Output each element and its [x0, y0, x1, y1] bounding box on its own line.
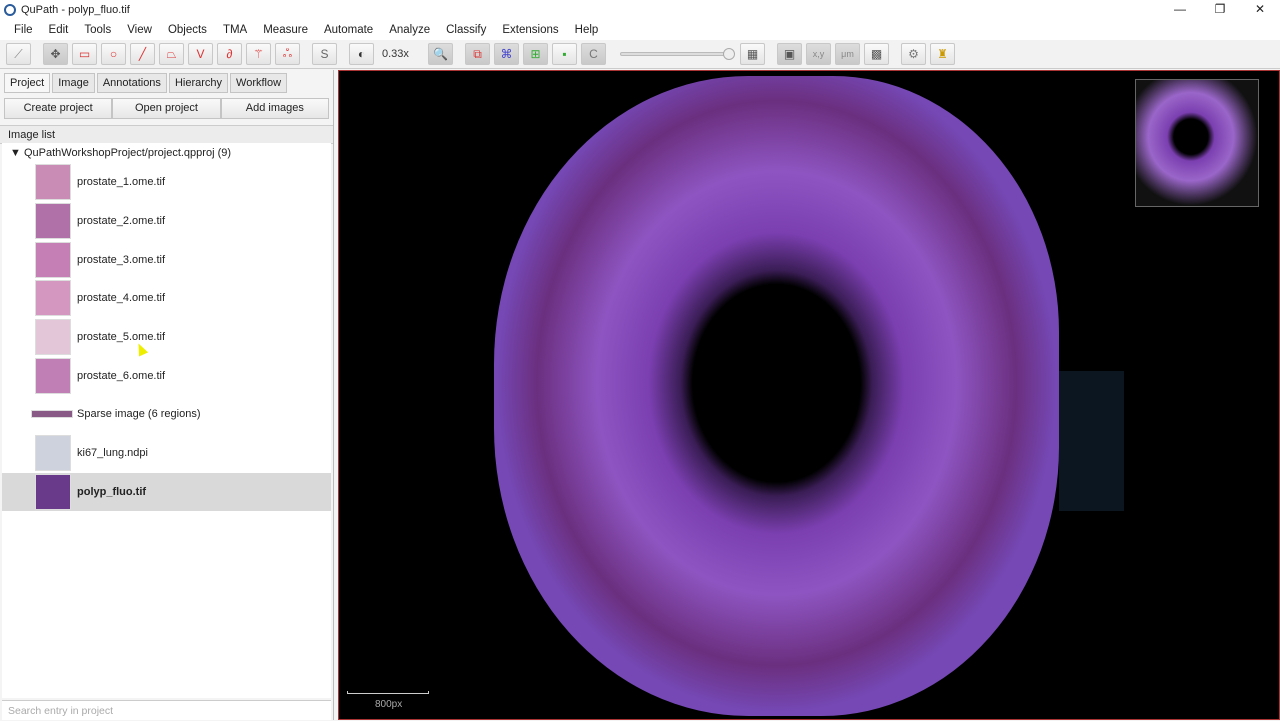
maximize-button[interactable]: ❐: [1200, 0, 1240, 19]
polygon-tool-button[interactable]: ⏢: [159, 43, 184, 65]
list-item[interactable]: prostate_1.ome.tif: [2, 163, 331, 202]
thumbnail-image: [35, 435, 71, 472]
menu-classify[interactable]: Classify: [438, 24, 494, 36]
menu-file[interactable]: File: [6, 24, 41, 36]
scalebar-label: 800px: [375, 699, 403, 710]
show-scalebar-button[interactable]: μm: [835, 43, 860, 65]
line-tool-button[interactable]: ╱: [130, 43, 155, 65]
left-panel: Project Image Annotations Hierarchy Work…: [0, 70, 334, 720]
thumbnail-image: [35, 319, 71, 356]
qupath-logo-icon: [4, 3, 16, 16]
open-project-button[interactable]: Open project: [112, 98, 221, 119]
opacity-slider[interactable]: [620, 48, 735, 60]
show-detections-button[interactable]: ⊞: [523, 43, 548, 65]
title-bar: QuPath - polyp_fluo.tif — ❐ ✕: [0, 0, 1280, 19]
selection-mode-button[interactable]: S: [312, 43, 337, 65]
thumbnail-image: [35, 203, 71, 240]
list-item-label: polyp_fluo.tif: [77, 485, 147, 498]
fill-detections-button[interactable]: ▪: [552, 43, 577, 65]
move-tool-button[interactable]: ✥: [43, 43, 68, 65]
menu-view[interactable]: View: [119, 24, 160, 36]
menu-measure[interactable]: Measure: [255, 24, 316, 36]
list-item[interactable]: prostate_5.ome.tif: [2, 318, 331, 357]
menu-objects[interactable]: Objects: [160, 24, 215, 36]
list-item[interactable]: prostate_4.ome.tif: [2, 279, 331, 318]
list-item[interactable]: prostate_6.ome.tif: [2, 356, 331, 395]
tissue-tile: [1059, 371, 1124, 511]
list-item[interactable]: prostate_3.ome.tif: [2, 240, 331, 279]
thumbnail-image: [35, 164, 71, 201]
minimize-button[interactable]: —: [1160, 0, 1200, 19]
thumbnail-image: [35, 473, 71, 510]
list-item-label: prostate_4.ome.tif: [77, 292, 166, 305]
thumbnail-image: [35, 280, 71, 317]
image-list[interactable]: ▼ QuPathWorkshopProject/project.qpproj (…: [2, 143, 331, 698]
brush-tool-button[interactable]: ∂: [217, 43, 242, 65]
zoom-level: 0.33x: [382, 48, 409, 60]
points-tool-button[interactable]: ஃ: [275, 43, 300, 65]
polyline-tool-button[interactable]: V: [188, 43, 213, 65]
list-item-label: prostate_5.ome.tif: [77, 331, 166, 344]
list-item-label: Sparse image (6 regions): [77, 408, 201, 421]
menu-automate[interactable]: Automate: [316, 24, 381, 36]
tab-hierarchy[interactable]: Hierarchy: [168, 73, 229, 93]
ellipse-tool-button[interactable]: ○: [101, 43, 126, 65]
list-item-label: prostate_3.ome.tif: [77, 253, 166, 266]
overview-thumbnail[interactable]: [1135, 79, 1259, 207]
show-overview-button[interactable]: ▣: [777, 43, 802, 65]
show-connections-button[interactable]: C: [581, 43, 606, 65]
rectangle-tool-button[interactable]: ▭: [72, 43, 97, 65]
list-item[interactable]: prostate_2.ome.tif: [2, 202, 331, 241]
list-item[interactable]: polyp_fluo.tif: [2, 472, 331, 512]
create-project-button[interactable]: Create project: [4, 98, 113, 119]
menu-edit[interactable]: Edit: [41, 24, 77, 36]
menu-extensions[interactable]: Extensions: [494, 24, 566, 36]
expand-arrow-icon[interactable]: ▼: [10, 147, 24, 159]
menu-bar: File Edit Tools View Objects TMA Measure Automa…: [0, 19, 1280, 40]
list-item-label: prostate_2.ome.tif: [77, 215, 166, 228]
tab-image[interactable]: Image: [52, 73, 95, 93]
add-images-button[interactable]: Add images: [220, 98, 329, 119]
show-annotations-button[interactable]: ⧉: [465, 43, 490, 65]
zoom-to-fit-button[interactable]: 🔍: [428, 43, 453, 65]
show-grid-button[interactable]: ▦: [740, 43, 765, 65]
tab-project[interactable]: Project: [4, 73, 51, 93]
thumbnail-image: [35, 241, 71, 278]
image-viewer[interactable]: 800px: [338, 70, 1280, 720]
wand-tool-button[interactable]: ⚚: [246, 43, 271, 65]
menu-tools[interactable]: Tools: [76, 24, 119, 36]
show-cursor-location-button[interactable]: x,y: [806, 43, 831, 65]
thumbnail-image: [35, 357, 71, 394]
preferences-button[interactable]: ⚙: [901, 43, 926, 65]
log-button[interactable]: ♜: [930, 43, 955, 65]
toolbar: ⟋ ✥ ▭ ○ ╱ ⏢ V ∂ ⚚ ஃ S ◐ 0.33x 🔍 ⧉ ⌘ ⊞ ▪ …: [0, 40, 1280, 69]
list-item[interactable]: Sparse image (6 regions): [2, 395, 331, 434]
measure-icon[interactable]: ⟋: [6, 43, 31, 65]
tab-workflow[interactable]: Workflow: [230, 73, 288, 93]
menu-tma[interactable]: TMA: [215, 24, 255, 36]
project-node[interactable]: ▼ QuPathWorkshopProject/project.qpproj (…: [2, 143, 331, 163]
menu-analyze[interactable]: Analyze: [381, 24, 438, 36]
fluorescence-image: [494, 76, 1059, 716]
scalebar: [347, 691, 429, 694]
show-tma-grid-button[interactable]: ⌘: [494, 43, 519, 65]
counting-grid-button[interactable]: ▩: [864, 43, 889, 65]
list-item[interactable]: ki67_lung.ndpi: [2, 434, 331, 473]
close-button[interactable]: ✕: [1240, 0, 1280, 19]
thumbnail-image: [31, 410, 73, 419]
list-item-label: prostate_1.ome.tif: [77, 176, 166, 189]
search-input[interactable]: Search entry in project: [2, 700, 331, 720]
list-item-label: ki67_lung.ndpi: [77, 447, 148, 460]
window-title: QuPath - polyp_fluo.tif: [21, 3, 130, 16]
list-item-label: prostate_6.ome.tif: [77, 369, 166, 382]
image-list-header: Image list: [0, 125, 333, 144]
tab-annotations[interactable]: Annotations: [96, 73, 167, 93]
menu-help[interactable]: Help: [567, 24, 607, 36]
brightness-contrast-button[interactable]: ◐: [349, 43, 374, 65]
